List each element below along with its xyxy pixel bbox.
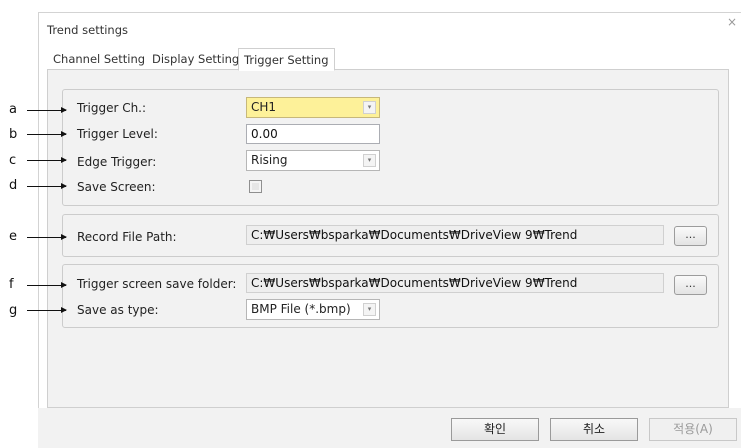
chevron-down-icon[interactable]: ▾ <box>363 303 376 316</box>
annotation-arrow-f <box>27 282 67 288</box>
record-path-field[interactable]: C:₩Users₩bsparka₩Documents₩DriveView 9₩T… <box>246 225 664 245</box>
record-path-browse-button[interactable]: ... <box>674 226 707 246</box>
chevron-down-icon[interactable]: ▾ <box>363 101 376 114</box>
annotation-arrow-c <box>27 157 67 163</box>
close-icon[interactable]: × <box>727 15 737 29</box>
chevron-down-icon[interactable]: ▾ <box>363 154 376 167</box>
tab-channel-setting[interactable]: Channel Setting <box>48 48 150 70</box>
tab-display-setting[interactable]: Display Setting <box>147 48 244 70</box>
annotation-arrow-a <box>27 107 67 113</box>
annotation-f: f <box>9 277 14 292</box>
trigger-ch-value: CH1 <box>251 100 277 114</box>
edge-trigger-value: Rising <box>251 153 288 167</box>
save-screen-checkbox[interactable] <box>249 180 262 193</box>
annotation-c: c <box>9 153 17 168</box>
save-type-combo[interactable]: BMP File (*.bmp) ▾ <box>246 299 380 320</box>
cancel-button[interactable]: 취소 <box>550 418 638 441</box>
annotation-d: d <box>9 178 18 193</box>
annotation-e: e <box>9 229 17 244</box>
annotation-b: b <box>9 127 18 142</box>
annotation-arrow-e <box>27 234 67 240</box>
edge-trigger-combo[interactable]: Rising ▾ <box>246 150 380 171</box>
save-type-value: BMP File (*.bmp) <box>251 302 351 316</box>
save-screen-label: Save Screen: <box>77 180 156 194</box>
trigger-level-input[interactable]: 0.00 <box>246 124 380 144</box>
ok-button[interactable]: 확인 <box>451 418 539 441</box>
annotation-arrow-b <box>27 131 67 137</box>
record-path-label: Record File Path: <box>77 230 177 244</box>
save-folder-label: Trigger screen save folder: <box>77 277 237 291</box>
tab-trigger-setting[interactable]: Trigger Setting <box>238 48 335 71</box>
trigger-group <box>62 89 719 206</box>
dialog-title: Trend settings <box>47 23 128 37</box>
trigger-level-label: Trigger Level: <box>77 127 158 141</box>
edge-trigger-label: Edge Trigger: <box>77 155 157 169</box>
annotation-arrow-g <box>27 307 67 313</box>
apply-button[interactable]: 적용(A) <box>649 418 737 441</box>
annotation-g: g <box>9 303 18 318</box>
annotation-a: a <box>9 102 17 117</box>
annotation-arrow-d <box>27 183 67 189</box>
trigger-ch-label: Trigger Ch.: <box>77 101 147 115</box>
trigger-ch-combo[interactable]: CH1 ▾ <box>246 97 380 118</box>
save-folder-browse-button[interactable]: ... <box>674 275 707 295</box>
save-type-label: Save as type: <box>77 303 159 317</box>
save-folder-field[interactable]: C:₩Users₩bsparka₩Documents₩DriveView 9₩T… <box>246 273 664 293</box>
